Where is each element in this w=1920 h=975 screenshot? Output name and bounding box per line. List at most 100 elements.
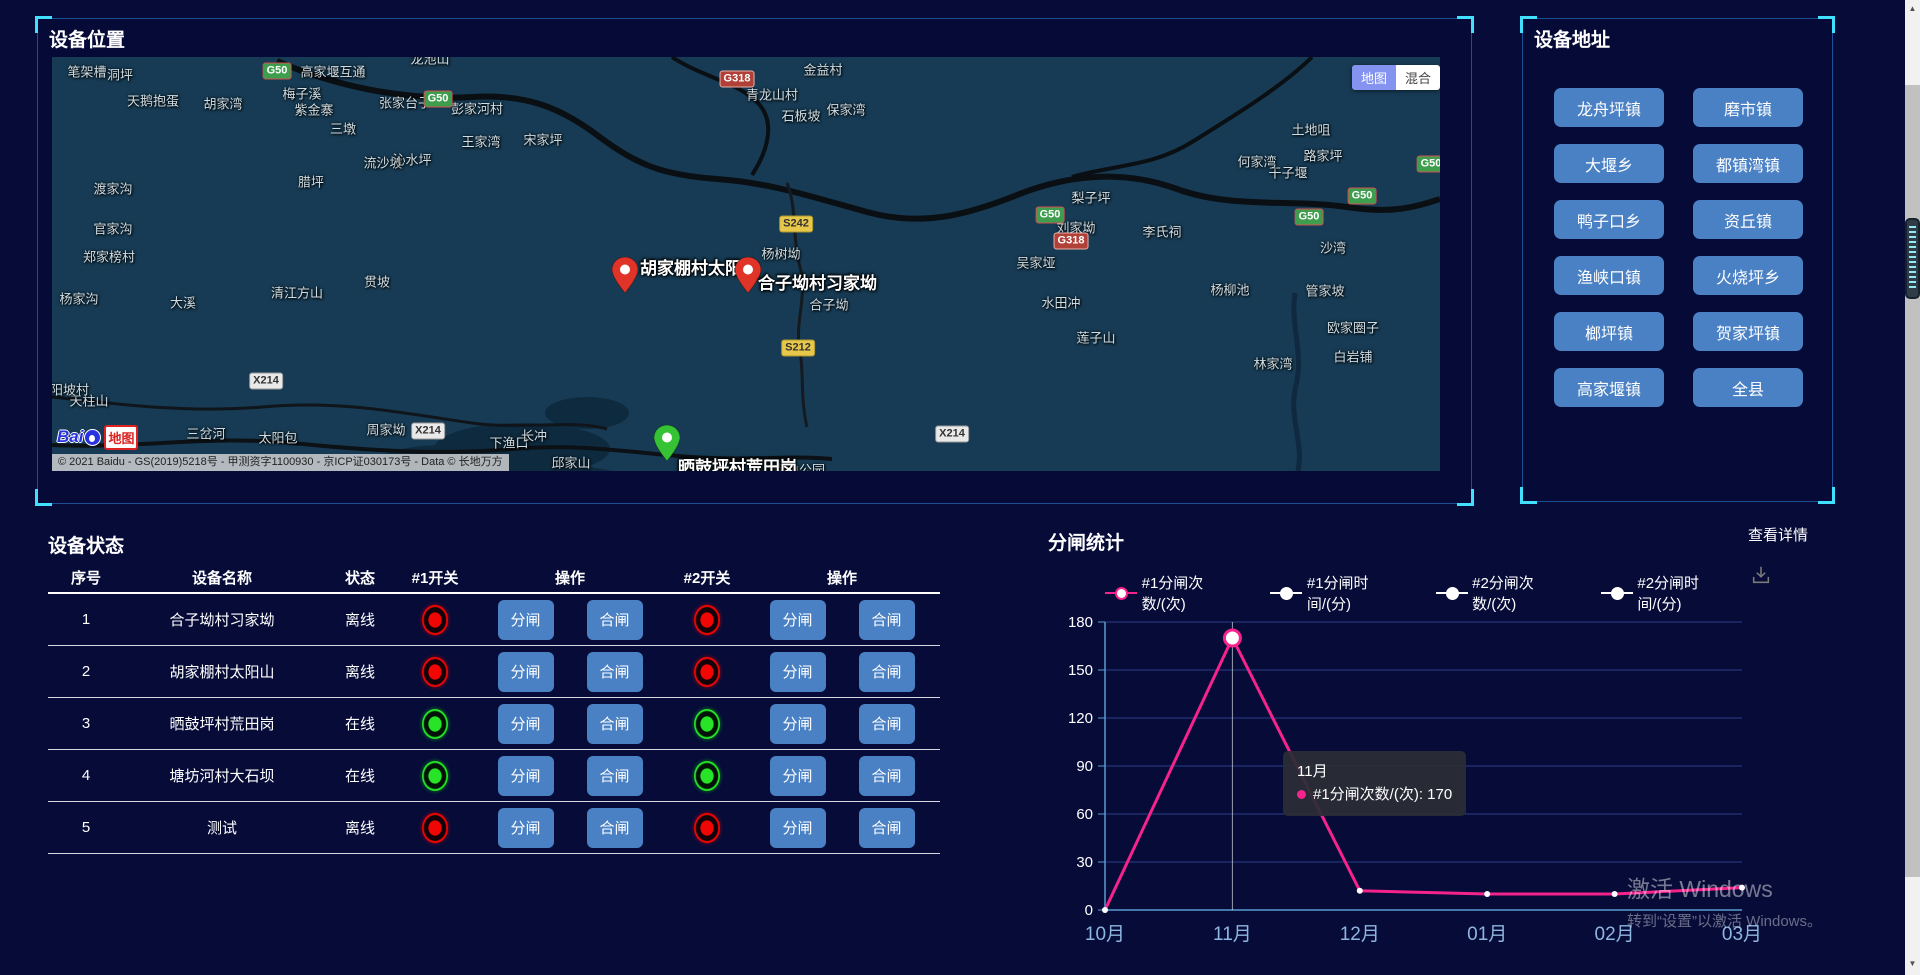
close-switch1-button[interactable]: 合闸 [587,808,643,848]
open-switch1-button[interactable]: 分闸 [498,808,554,848]
device-location-title: 设备位置 [49,25,125,52]
map-place-label: 杨柳池 [1210,280,1249,299]
device-name: 晒鼓坪村荒田岗 [124,713,320,734]
y-axis-label: 180 [1068,614,1093,631]
legend-item[interactable]: #1分闸时间/(分) [1270,572,1411,614]
switch2-indicator [694,709,720,739]
map-marker-pin[interactable] [654,425,680,466]
address-button[interactable]: 鸭子口乡 [1554,200,1664,239]
road-badge-s242: S242 [779,216,813,233]
switch1-indicator [422,761,448,791]
scrollbar-down-arrow[interactable]: ▼ [1905,959,1920,968]
road-badge-g318: G318 [1054,233,1089,250]
address-button[interactable]: 磨市镇 [1693,88,1803,127]
open-switch1-button[interactable]: 分闸 [498,652,554,692]
device-address-panel: 设备地址 龙舟坪镇磨市镇大堰乡都镇湾镇鸭子口乡资丘镇渔峡口镇火烧坪乡榔坪镇贺家坪… [1522,18,1833,502]
map-type-hybrid-button[interactable]: 混合 [1396,65,1440,90]
open-switch1-button[interactable]: 分闸 [498,600,554,640]
close-switch2-button[interactable]: 合闸 [859,652,915,692]
table-row: 1合子坳村习家坳离线分闸合闸分闸合闸 [48,594,940,646]
address-button[interactable]: 榔坪镇 [1554,312,1664,351]
legend-label: #1分闸次数/(次) [1142,572,1247,614]
close-switch1-button[interactable]: 合闸 [587,600,643,640]
scrollbar-thumb[interactable] [1905,85,1920,877]
device-status: 离线 [320,609,400,630]
legend-item[interactable]: #1分闸次数/(次) [1105,572,1246,614]
x-axis-label: 12月 [1340,924,1380,945]
map-place-label: 石板坡 [781,106,820,125]
scrollbar-indicator[interactable] [1905,218,1920,299]
close-switch2-button[interactable]: 合闸 [859,600,915,640]
legend-item[interactable]: #2分闸时间/(分) [1601,572,1742,614]
scrollbar[interactable]: ▲ ▼ [1905,0,1920,975]
corner-accent [1457,16,1474,33]
dashboard-page: 设备位置 笔架槽洞坪天鹅抱蛋胡家湾高家堰互通梅子溪紫金寨张家台子彭家河村龙池山青… [0,0,1920,975]
address-button-grid: 龙舟坪镇磨市镇大堰乡都镇湾镇鸭子口乡资丘镇渔峡口镇火烧坪乡榔坪镇贺家坪镇高家堰镇… [1554,88,1803,407]
address-button[interactable]: 贺家坪镇 [1693,312,1803,351]
baidu-map[interactable]: 笔架槽洞坪天鹅抱蛋胡家湾高家堰互通梅子溪紫金寨张家台子彭家河村龙池山青龙山村金益… [52,57,1440,471]
map-place-label: 何家湾 [1237,152,1276,171]
table-row: 4塘坊河村大石坝在线分闸合闸分闸合闸 [48,750,940,802]
map-place-label: 合子坳 [809,295,848,314]
open-switch2-button[interactable]: 分闸 [770,808,826,848]
data-point-highlight [1224,630,1240,646]
map-type-toggle[interactable]: 地图 混合 [1352,65,1440,90]
road-badge-g50: G50 [1417,156,1440,173]
map-place-label: 莲子山 [1076,328,1115,347]
close-switch1-button[interactable]: 合闸 [587,704,643,744]
address-button[interactable]: 大堰乡 [1554,144,1664,183]
map-place-label: 保家湾 [826,100,865,119]
road-badge-x214: X214 [249,373,283,390]
switch2-indicator [694,761,720,791]
tooltip-series-dot [1297,790,1306,799]
device-name: 合子坳村习家坳 [124,609,320,630]
address-button[interactable]: 全县 [1693,368,1803,407]
road-badge-s212: S212 [781,340,815,357]
pin-icon [612,257,638,293]
legend-dot [1280,587,1293,600]
legend-dot [1115,587,1128,600]
switch1-ops: 分闸合闸 [470,808,670,848]
map-marker-pin[interactable] [612,257,638,298]
open-switch2-button[interactable]: 分闸 [770,704,826,744]
download-icon[interactable] [1750,563,1772,592]
open-switch1-button[interactable]: 分闸 [498,756,554,796]
watermark-line1: 激活 Windows [1627,870,1822,904]
corner-accent [1818,16,1835,33]
map-place-label: 郑家榜村 [83,247,135,266]
switch2-indicator-cell [670,813,744,843]
map-place-label: 彭家河村 [451,99,503,118]
map-place-label: 腊坪 [298,172,324,191]
close-switch1-button[interactable]: 合闸 [587,652,643,692]
road-badge-g50: G50 [1295,209,1324,226]
switch1-indicator [422,813,448,843]
road-badge-x214: X214 [935,426,969,443]
close-switch1-button[interactable]: 合闸 [587,756,643,796]
map-type-map-button[interactable]: 地图 [1352,65,1396,90]
address-button[interactable]: 龙舟坪镇 [1554,88,1664,127]
map-place-label: 杨家沟 [59,289,98,308]
legend-marker-icon [1270,587,1302,599]
open-switch2-button[interactable]: 分闸 [770,652,826,692]
address-button[interactable]: 火烧坪乡 [1693,256,1803,295]
corner-accent [1520,487,1537,504]
open-switch2-button[interactable]: 分闸 [770,756,826,796]
table-header-cell: 操作 [744,567,940,588]
legend-item[interactable]: #2分闸次数/(次) [1436,572,1577,614]
address-button[interactable]: 高家堰镇 [1554,368,1664,407]
table-row: 3晒鼓坪村荒田岗在线分闸合闸分闸合闸 [48,698,940,750]
table-row: 5测试离线分闸合闸分闸合闸 [48,802,940,854]
address-button[interactable]: 资丘镇 [1693,200,1803,239]
scrollbar-up-arrow[interactable]: ▲ [1905,4,1920,13]
view-details-link[interactable]: 查看详情 [1748,524,1808,545]
open-switch2-button[interactable]: 分闸 [770,600,826,640]
close-switch2-button[interactable]: 合闸 [859,704,915,744]
switch1-ops: 分闸合闸 [470,652,670,692]
close-switch2-button[interactable]: 合闸 [859,756,915,796]
open-switch1-button[interactable]: 分闸 [498,704,554,744]
address-button[interactable]: 都镇湾镇 [1693,144,1803,183]
address-button[interactable]: 渔峡口镇 [1554,256,1664,295]
table-header-cell: 设备名称 [124,567,320,588]
close-switch2-button[interactable]: 合闸 [859,808,915,848]
map-place-label: 长冲 [521,426,547,445]
